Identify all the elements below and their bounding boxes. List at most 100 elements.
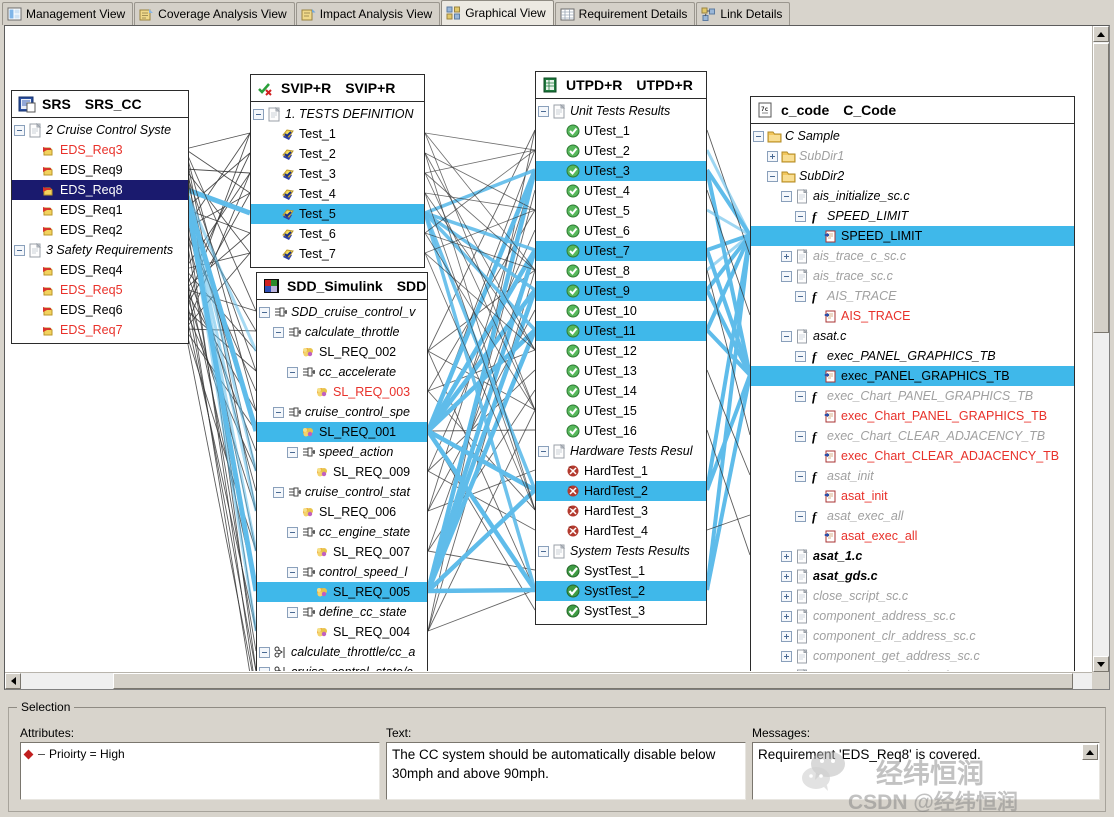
- collapse-icon[interactable]: [259, 647, 270, 658]
- tree-row[interactable]: ais_initialize_sc.c: [751, 186, 1074, 206]
- collapse-icon[interactable]: [259, 667, 270, 672]
- collapse-icon[interactable]: [781, 191, 792, 202]
- tree-row[interactable]: fexec_Chart_PANEL_GRAPHICS_TB: [751, 386, 1074, 406]
- tab-graphical-view[interactable]: Graphical View: [441, 0, 553, 25]
- tree-row[interactable]: SL_REQ_001: [257, 422, 427, 442]
- scroll-down-button[interactable]: [1093, 656, 1109, 672]
- collapse-icon[interactable]: [767, 171, 778, 182]
- collapse-icon[interactable]: [287, 607, 298, 618]
- tree-row[interactable]: Test_1: [251, 124, 424, 144]
- collapse-icon[interactable]: [795, 351, 806, 362]
- tree-row[interactable]: fAIS_TRACE: [751, 286, 1074, 306]
- panel-sdd-tree[interactable]: SDD_cruise_control_vcalculate_throttleSL…: [257, 300, 427, 671]
- tree-row[interactable]: SL_REQ_005: [257, 582, 427, 602]
- panel-utpd[interactable]: UTPD+R UTPD+R Unit Tests ResultsUTest_1U…: [535, 71, 707, 625]
- tree-row[interactable]: UTest_15: [536, 401, 706, 421]
- panel-srs[interactable]: SRS SRS_CC 2 Cruise Control SysteEDS_Req…: [11, 90, 189, 344]
- collapse-icon[interactable]: [795, 431, 806, 442]
- expand-icon[interactable]: [781, 591, 792, 602]
- panel-svip[interactable]: SVIP+R SVIP+R 1. TESTS DEFINITIONTest_1T…: [250, 74, 425, 268]
- collapse-icon[interactable]: [538, 546, 549, 557]
- tree-row[interactable]: speed_action: [257, 442, 427, 462]
- expand-icon[interactable]: [767, 151, 778, 162]
- tree-row[interactable]: EDS_Req1: [12, 200, 188, 220]
- tree-row[interactable]: ais_trace_c_sc.c: [751, 246, 1074, 266]
- tree-row[interactable]: EDS_Req9: [12, 160, 188, 180]
- messages-box[interactable]: Requirement 'EDS_Req8' is covered.: [752, 742, 1100, 800]
- tree-row[interactable]: Test_2: [251, 144, 424, 164]
- collapse-icon[interactable]: [287, 527, 298, 538]
- tab-requirement-details[interactable]: Requirement Details: [555, 2, 696, 25]
- tree-row[interactable]: asat_1.c: [751, 546, 1074, 566]
- tree-row[interactable]: EDS_Req2: [12, 220, 188, 240]
- tree-row[interactable]: asat_gds.c: [751, 566, 1074, 586]
- tree-row[interactable]: UTest_9: [536, 281, 706, 301]
- panel-ccode-tree[interactable]: C SampleSubDir1SubDir2ais_initialize_sc.…: [751, 124, 1074, 671]
- collapse-icon[interactable]: [287, 447, 298, 458]
- expand-icon[interactable]: [781, 251, 792, 262]
- collapse-icon[interactable]: [795, 471, 806, 482]
- tree-row[interactable]: asat_exec_all: [751, 526, 1074, 546]
- expand-icon[interactable]: [781, 651, 792, 662]
- tab-link-details[interactable]: Link Details: [696, 2, 790, 25]
- attribute-row[interactable]: Prioirty = High: [21, 743, 379, 761]
- tree-row[interactable]: component_get_bus_refnum_sc.c: [751, 666, 1074, 671]
- tree-row[interactable]: UTest_4: [536, 181, 706, 201]
- tree-row[interactable]: UTest_14: [536, 381, 706, 401]
- tree-row[interactable]: EDS_Req7: [12, 320, 188, 340]
- tree-row[interactable]: component_address_sc.c: [751, 606, 1074, 626]
- scroll-up-button[interactable]: [1093, 26, 1109, 42]
- expand-icon[interactable]: [781, 571, 792, 582]
- tree-row[interactable]: HardTest_1: [536, 461, 706, 481]
- expand-icon[interactable]: [781, 611, 792, 622]
- collapse-icon[interactable]: [253, 109, 264, 120]
- tree-row[interactable]: UTest_16: [536, 421, 706, 441]
- tree-row[interactable]: UTest_3: [536, 161, 706, 181]
- tree-row[interactable]: EDS_Req6: [12, 300, 188, 320]
- expand-icon[interactable]: [781, 551, 792, 562]
- tree-row[interactable]: UTest_5: [536, 201, 706, 221]
- collapse-icon[interactable]: [795, 291, 806, 302]
- tab-management-view[interactable]: Management View: [2, 2, 133, 25]
- collapse-icon[interactable]: [781, 271, 792, 282]
- collapse-icon[interactable]: [795, 391, 806, 402]
- collapse-icon[interactable]: [538, 106, 549, 117]
- scroll-left-button[interactable]: [5, 673, 21, 689]
- tree-row[interactable]: SL_REQ_009: [257, 462, 427, 482]
- tree-row[interactable]: UTest_12: [536, 341, 706, 361]
- collapse-icon[interactable]: [781, 331, 792, 342]
- tree-row[interactable]: AIS_TRACE: [751, 306, 1074, 326]
- panel-svip-tree[interactable]: 1. TESTS DEFINITIONTest_1Test_2Test_3Tes…: [251, 102, 424, 267]
- panel-ccode[interactable]: 7c c_code C_Code C SampleSubDir1SubDir2a…: [750, 96, 1075, 671]
- tree-row[interactable]: Hardware Tests Resul: [536, 441, 706, 461]
- tree-row[interactable]: fasat_init: [751, 466, 1074, 486]
- tree-row[interactable]: Test_4: [251, 184, 424, 204]
- tree-row[interactable]: fSPEED_LIMIT: [751, 206, 1074, 226]
- tree-row[interactable]: SL_REQ_006: [257, 502, 427, 522]
- tree-row[interactable]: 2 Cruise Control Syste: [12, 120, 188, 140]
- tree-row[interactable]: C Sample: [751, 126, 1074, 146]
- tree-row[interactable]: UTest_7: [536, 241, 706, 261]
- tab-impact-analysis-view[interactable]: Impact Analysis View: [296, 2, 441, 25]
- collapse-icon[interactable]: [259, 307, 270, 318]
- tree-row[interactable]: SPEED_LIMIT: [751, 226, 1074, 246]
- panel-srs-tree[interactable]: 2 Cruise Control SysteEDS_Req3EDS_Req9ED…: [12, 118, 188, 343]
- collapse-icon[interactable]: [753, 131, 764, 142]
- collapse-icon[interactable]: [14, 125, 25, 136]
- tree-row[interactable]: 3 Safety Requirements: [12, 240, 188, 260]
- tree-row[interactable]: UTest_8: [536, 261, 706, 281]
- tree-row[interactable]: fexec_Chart_CLEAR_ADJACENCY_TB: [751, 426, 1074, 446]
- tree-row[interactable]: cc_accelerate: [257, 362, 427, 382]
- tree-row[interactable]: asat.c: [751, 326, 1074, 346]
- tree-row[interactable]: UTest_1: [536, 121, 706, 141]
- tree-row[interactable]: System Tests Results: [536, 541, 706, 561]
- tree-row[interactable]: Test_5: [251, 204, 424, 224]
- tree-row[interactable]: SL_REQ_003: [257, 382, 427, 402]
- graphical-view-canvas[interactable]: SRS SRS_CC 2 Cruise Control SysteEDS_Req…: [5, 26, 1093, 671]
- tree-row[interactable]: UTest_6: [536, 221, 706, 241]
- tree-row[interactable]: SystTest_2: [536, 581, 706, 601]
- tree-row[interactable]: asat_init: [751, 486, 1074, 506]
- vertical-scroll-thumb[interactable]: [1093, 43, 1109, 333]
- text-box[interactable]: The CC system should be automatically di…: [386, 742, 746, 800]
- collapse-icon[interactable]: [273, 327, 284, 338]
